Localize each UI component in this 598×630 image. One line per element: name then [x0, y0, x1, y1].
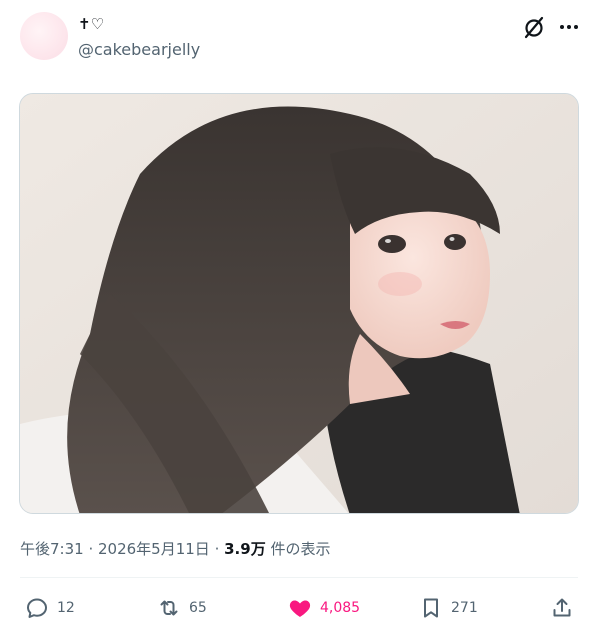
view-label: 件の表示 [265, 540, 331, 558]
post-date[interactable]: 2026年5月11日 [98, 540, 210, 558]
meta-separator: · [83, 540, 98, 558]
post-photo[interactable] [19, 93, 579, 514]
like-button[interactable]: 4,085 [288, 592, 360, 624]
user-handle[interactable]: @cakebearjelly [78, 40, 200, 60]
repost-button[interactable]: 65 [157, 592, 207, 624]
bookmark-count: 271 [451, 600, 478, 616]
reply-button[interactable]: 12 [25, 592, 75, 624]
more-icon[interactable] [556, 14, 582, 40]
reply-count: 12 [57, 600, 75, 616]
divider [20, 577, 578, 578]
share-button[interactable] [550, 592, 574, 624]
display-name[interactable]: ✝♡ [78, 14, 104, 34]
view-count: 3.9万 [224, 540, 266, 558]
heart-icon [289, 600, 311, 617]
bookmark-icon [424, 598, 438, 618]
post-time[interactable]: 午後7:31 [20, 540, 84, 558]
reply-icon [27, 598, 47, 618]
post-meta: 午後7:31 · 2026年5月11日 · 3.9万 件の表示 [20, 539, 330, 559]
action-bar: 12 65 4,085 271 [0, 592, 598, 624]
avatar[interactable] [20, 12, 68, 60]
grok-icon[interactable] [521, 14, 547, 40]
share-icon [553, 598, 571, 617]
repost-count: 65 [189, 600, 207, 616]
bookmark-button[interactable]: 271 [419, 592, 478, 624]
repost-icon [160, 600, 178, 616]
meta-separator: · [209, 540, 225, 558]
like-count: 4,085 [320, 600, 361, 616]
